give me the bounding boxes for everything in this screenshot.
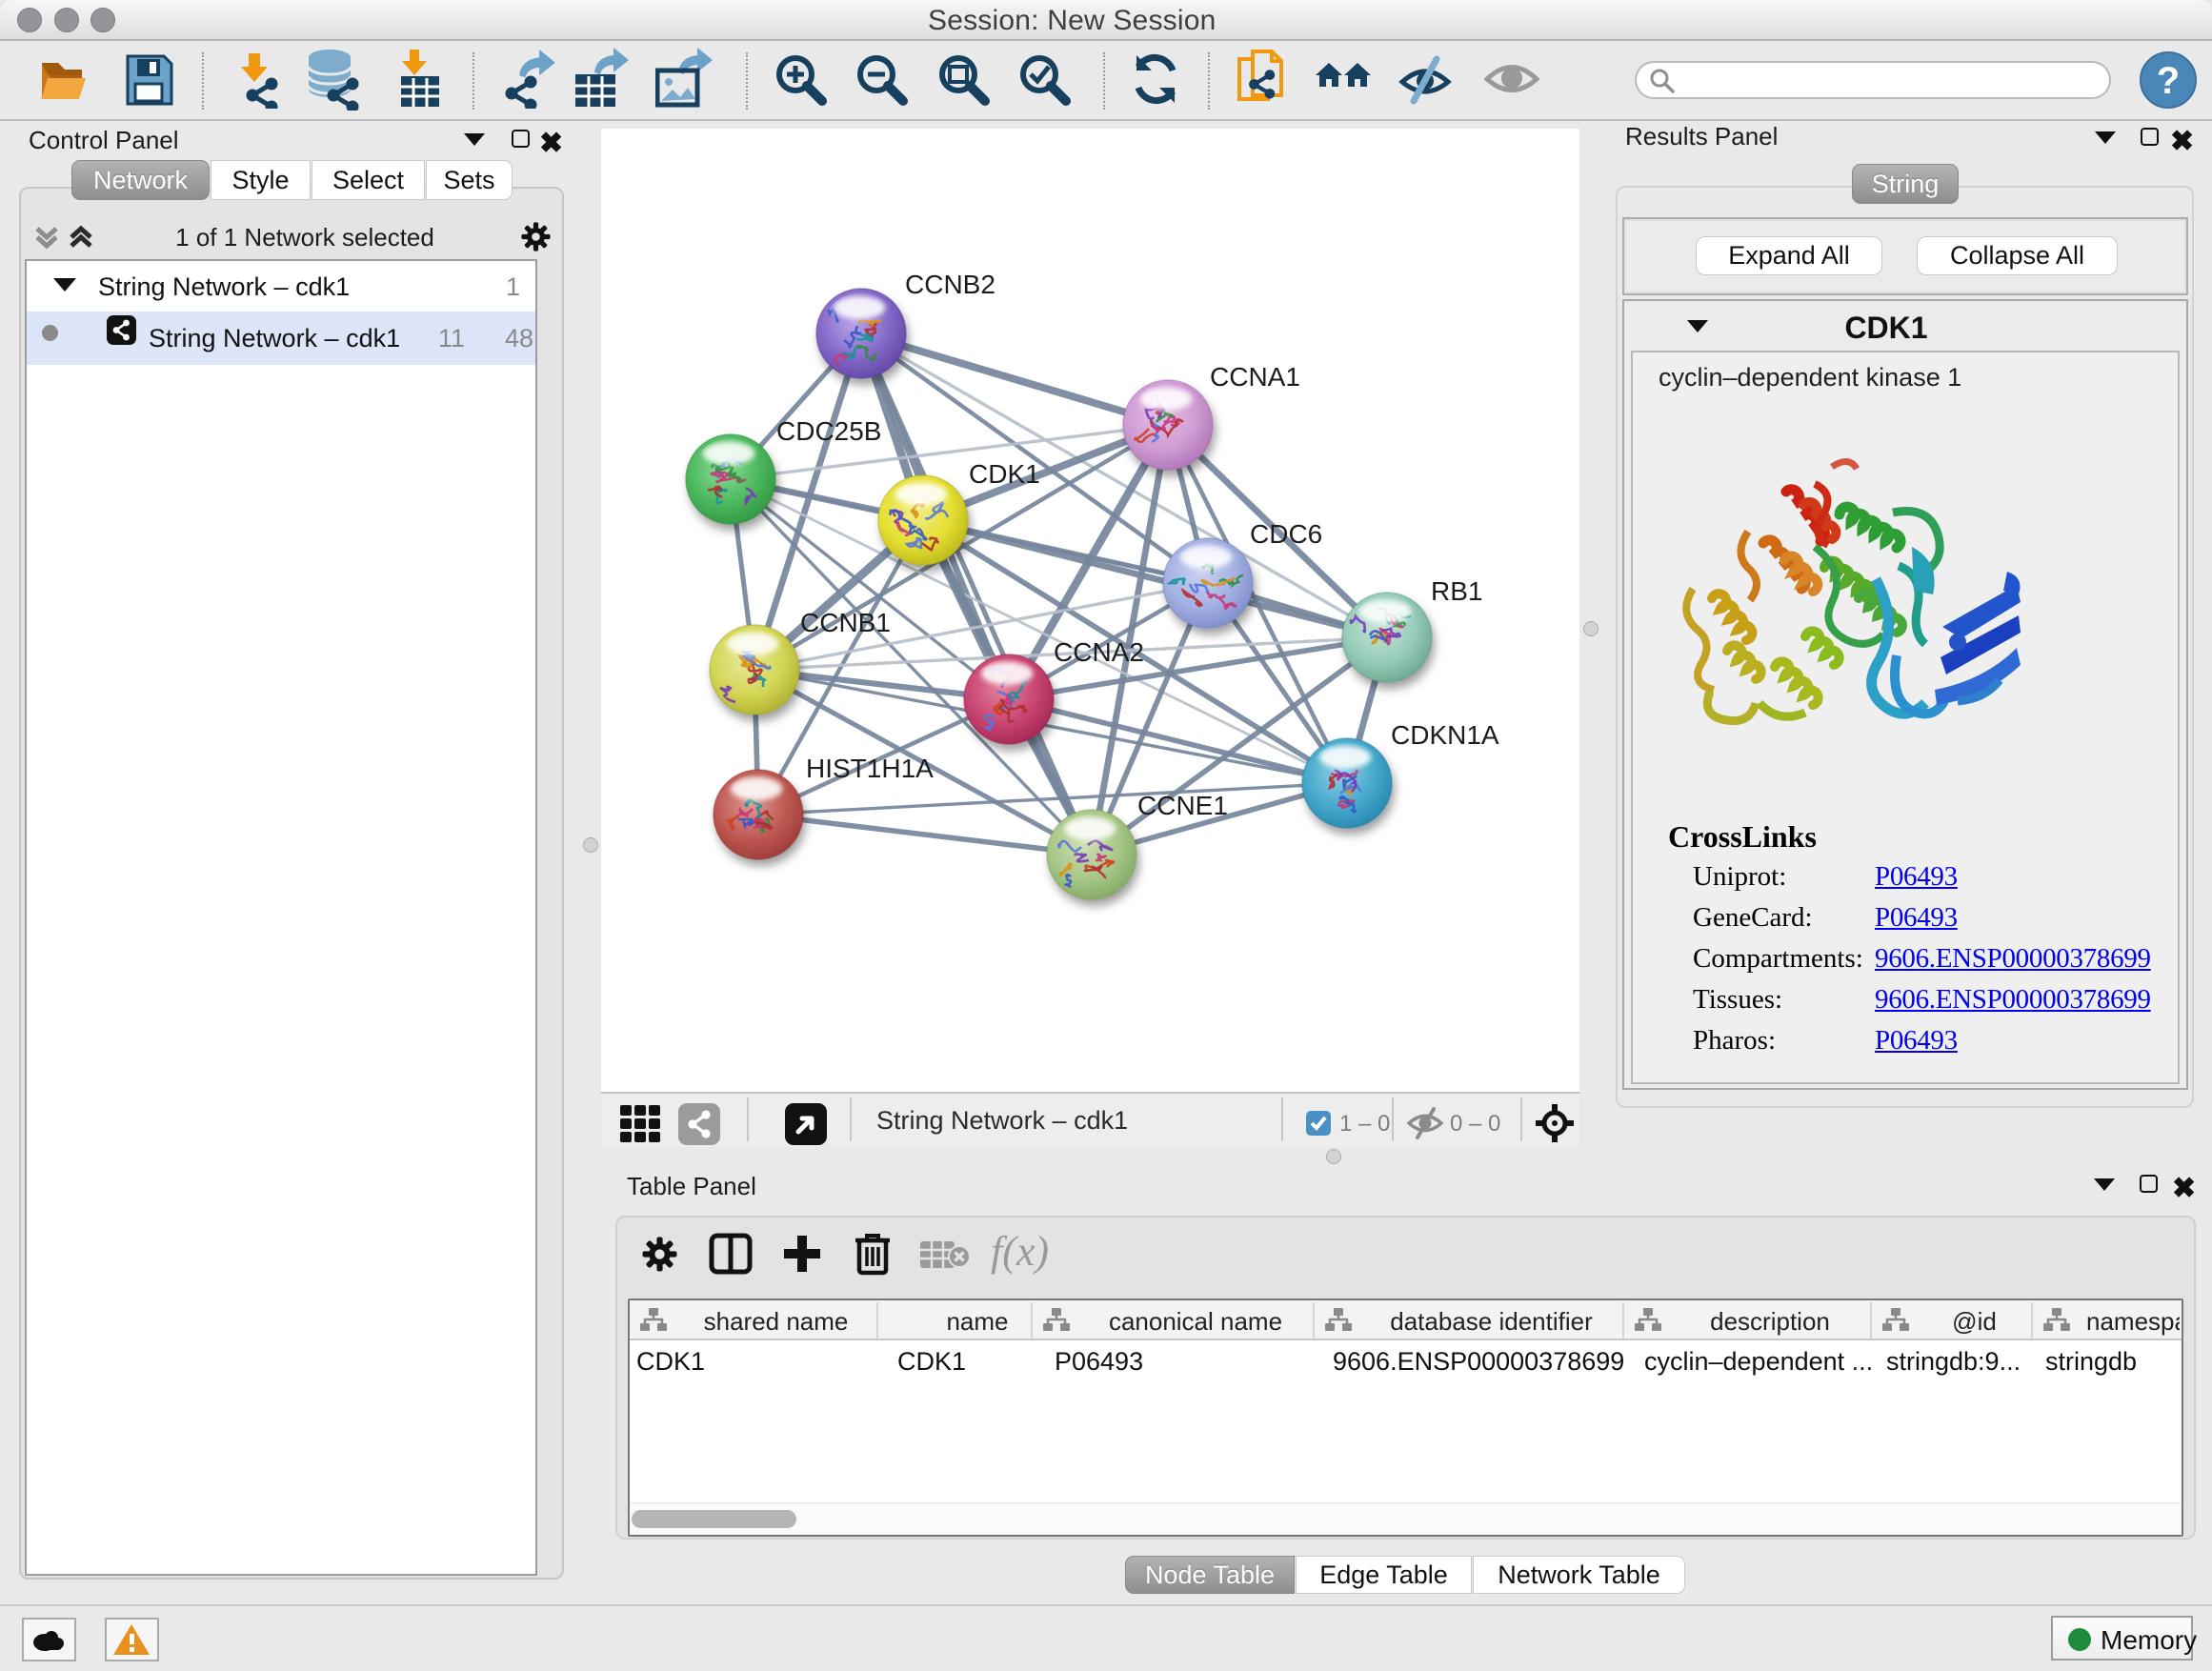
svg-text:CDC25B: CDC25B xyxy=(776,416,881,446)
svg-text:CDKN1A: CDKN1A xyxy=(1391,720,1499,750)
svg-text:CDK1: CDK1 xyxy=(969,459,1040,489)
svg-text:CCNB1: CCNB1 xyxy=(800,608,891,637)
svg-text:CCNB2: CCNB2 xyxy=(905,270,995,299)
svg-text:RB1: RB1 xyxy=(1431,576,1482,606)
svg-text:CDC6: CDC6 xyxy=(1250,519,1322,549)
svg-text:HIST1H1A: HIST1H1A xyxy=(806,754,934,783)
svg-text:CCNA1: CCNA1 xyxy=(1210,362,1300,392)
svg-text:CCNE1: CCNE1 xyxy=(1137,791,1228,820)
svg-text:CCNA2: CCNA2 xyxy=(1054,637,1144,667)
